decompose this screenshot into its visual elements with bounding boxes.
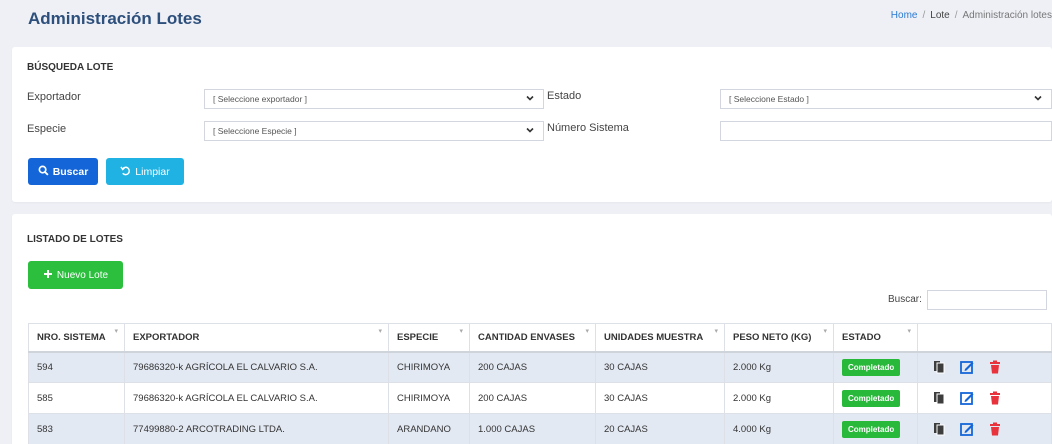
- especie-select[interactable]: [ Seleccione Especie ]: [204, 121, 544, 141]
- breadcrumb: Home / Lote / Administración lotes: [891, 10, 1052, 21]
- breadcrumb-separator: /: [922, 10, 926, 21]
- cell-cantidad-envases: 200 CAJAS: [469, 382, 596, 414]
- numero-sistema-input[interactable]: [720, 121, 1052, 141]
- cell-nro-sistema: 583: [28, 413, 125, 444]
- cell-peso-neto: 2.000 Kg: [724, 382, 834, 414]
- cell-especie: ARANDANO: [388, 413, 470, 444]
- especie-select-value: [ Seleccione Especie ]: [213, 126, 297, 136]
- listado-card: LISTADO DE LOTES Nuevo Lote Buscar: NRO.…: [12, 214, 1052, 444]
- sort-icon: ▾: [907, 328, 911, 335]
- cell-acciones: [917, 382, 1052, 414]
- table-row: 583 77499880-2 ARCOTRADING LTDA. ARANDAN…: [28, 413, 1052, 444]
- cell-acciones: [917, 413, 1052, 444]
- status-badge: Completado: [842, 358, 901, 376]
- sort-icon: ▾: [714, 328, 718, 335]
- estado-label: Estado: [547, 90, 582, 102]
- trash-icon[interactable]: [988, 360, 1002, 374]
- trash-icon[interactable]: [988, 422, 1002, 436]
- sort-icon: ▾: [114, 328, 118, 335]
- cell-especie: CHIRIMOYA: [388, 351, 470, 383]
- column-header-especie[interactable]: ESPECIE ▾: [388, 323, 470, 353]
- breadcrumb-lote[interactable]: Lote: [930, 10, 949, 21]
- column-header-nro-sistema[interactable]: NRO. SISTEMA ▾: [28, 323, 125, 353]
- numero-sistema-label: Número Sistema: [547, 122, 629, 134]
- column-header-exportador[interactable]: EXPORTADOR ▾: [124, 323, 389, 353]
- cell-estado: Completado: [833, 351, 918, 383]
- cell-unidades-muestra: 30 CAJAS: [595, 351, 725, 383]
- cell-nro-sistema: 585: [28, 382, 125, 414]
- copy-icon[interactable]: [932, 391, 946, 405]
- table-search-input[interactable]: [927, 290, 1047, 310]
- cell-cantidad-envases: 200 CAJAS: [469, 351, 596, 383]
- search-card: BÚSQUEDA LOTE Exportador [ Seleccione ex…: [12, 47, 1052, 202]
- breadcrumb-home[interactable]: Home: [891, 10, 918, 21]
- nuevo-lote-button[interactable]: Nuevo Lote: [28, 261, 123, 289]
- cell-estado: Completado: [833, 413, 918, 444]
- estado-select-value: [ Seleccione Estado ]: [729, 94, 809, 104]
- exportador-label: Exportador: [27, 91, 81, 103]
- cell-exportador: 79686320-k AGRÍCOLA EL CALVARIO S.A.: [124, 351, 389, 383]
- edit-icon[interactable]: [960, 422, 974, 436]
- plus-icon: [43, 269, 53, 282]
- limpiar-button-label: Limpiar: [135, 165, 170, 178]
- listado-section-title: LISTADO DE LOTES: [27, 234, 123, 245]
- especie-label: Especie: [27, 123, 67, 135]
- page-title: Administración Lotes: [28, 9, 202, 28]
- breadcrumb-current: Administración lotes: [962, 10, 1052, 21]
- cell-estado: Completado: [833, 382, 918, 414]
- cell-peso-neto: 2.000 Kg: [724, 351, 834, 383]
- column-header-peso-neto[interactable]: PESO NETO (KG) ▾: [724, 323, 834, 353]
- copy-icon[interactable]: [932, 360, 946, 374]
- table-search-label: Buscar:: [888, 294, 922, 305]
- table-row: 585 79686320-k AGRÍCOLA EL CALVARIO S.A.…: [28, 382, 1052, 414]
- status-badge: Completado: [842, 389, 901, 407]
- chevron-down-icon: [1033, 93, 1043, 106]
- status-badge: Completado: [842, 420, 901, 438]
- cell-unidades-muestra: 20 CAJAS: [595, 413, 725, 444]
- undo-icon: [120, 165, 131, 179]
- sort-icon: ▾: [378, 328, 382, 335]
- edit-icon[interactable]: [960, 391, 974, 405]
- copy-icon[interactable]: [932, 422, 946, 436]
- cell-especie: CHIRIMOYA: [388, 382, 470, 414]
- limpiar-button[interactable]: Limpiar: [106, 158, 184, 185]
- trash-icon[interactable]: [988, 391, 1002, 405]
- lotes-table: NRO. SISTEMA ▾ EXPORTADOR ▾ ESPECIE ▾ CANTI…: [28, 323, 1052, 444]
- search-section-title: BÚSQUEDA LOTE: [27, 62, 114, 73]
- sort-icon: ▾: [823, 328, 827, 335]
- buscar-button[interactable]: Buscar: [28, 158, 98, 185]
- column-header-estado[interactable]: ESTADO ▾: [833, 323, 918, 353]
- column-header-unidades-muestra[interactable]: UNIDADES MUESTRA ▾: [595, 323, 725, 353]
- column-header-cantidad-envases[interactable]: CANTIDAD ENVASES ▾: [469, 323, 596, 353]
- cell-exportador: 77499880-2 ARCOTRADING LTDA.: [124, 413, 389, 444]
- exportador-select-value: [ Seleccione exportador ]: [213, 94, 308, 104]
- cell-peso-neto: 4.000 Kg: [724, 413, 834, 444]
- table-row: 594 79686320-k AGRÍCOLA EL CALVARIO S.A.…: [28, 351, 1052, 383]
- cell-nro-sistema: 594: [28, 351, 125, 383]
- sort-icon: ▾: [459, 328, 463, 335]
- nuevo-lote-label: Nuevo Lote: [56, 269, 109, 281]
- buscar-button-label: Buscar: [52, 165, 89, 178]
- sort-icon: ▾: [585, 328, 589, 335]
- breadcrumb-separator: /: [954, 10, 958, 21]
- cell-exportador: 79686320-k AGRÍCOLA EL CALVARIO S.A.: [124, 382, 389, 414]
- chevron-down-icon: [525, 125, 535, 138]
- estado-select[interactable]: [ Seleccione Estado ]: [720, 89, 1052, 109]
- cell-acciones: [917, 351, 1052, 383]
- search-icon: [38, 165, 49, 179]
- cell-unidades-muestra: 30 CAJAS: [595, 382, 725, 414]
- column-header-acciones: [917, 323, 1052, 353]
- edit-icon[interactable]: [960, 360, 974, 375]
- cell-cantidad-envases: 1.000 CAJAS: [469, 413, 596, 444]
- chevron-down-icon: [525, 93, 535, 106]
- exportador-select[interactable]: [ Seleccione exportador ]: [204, 89, 544, 109]
